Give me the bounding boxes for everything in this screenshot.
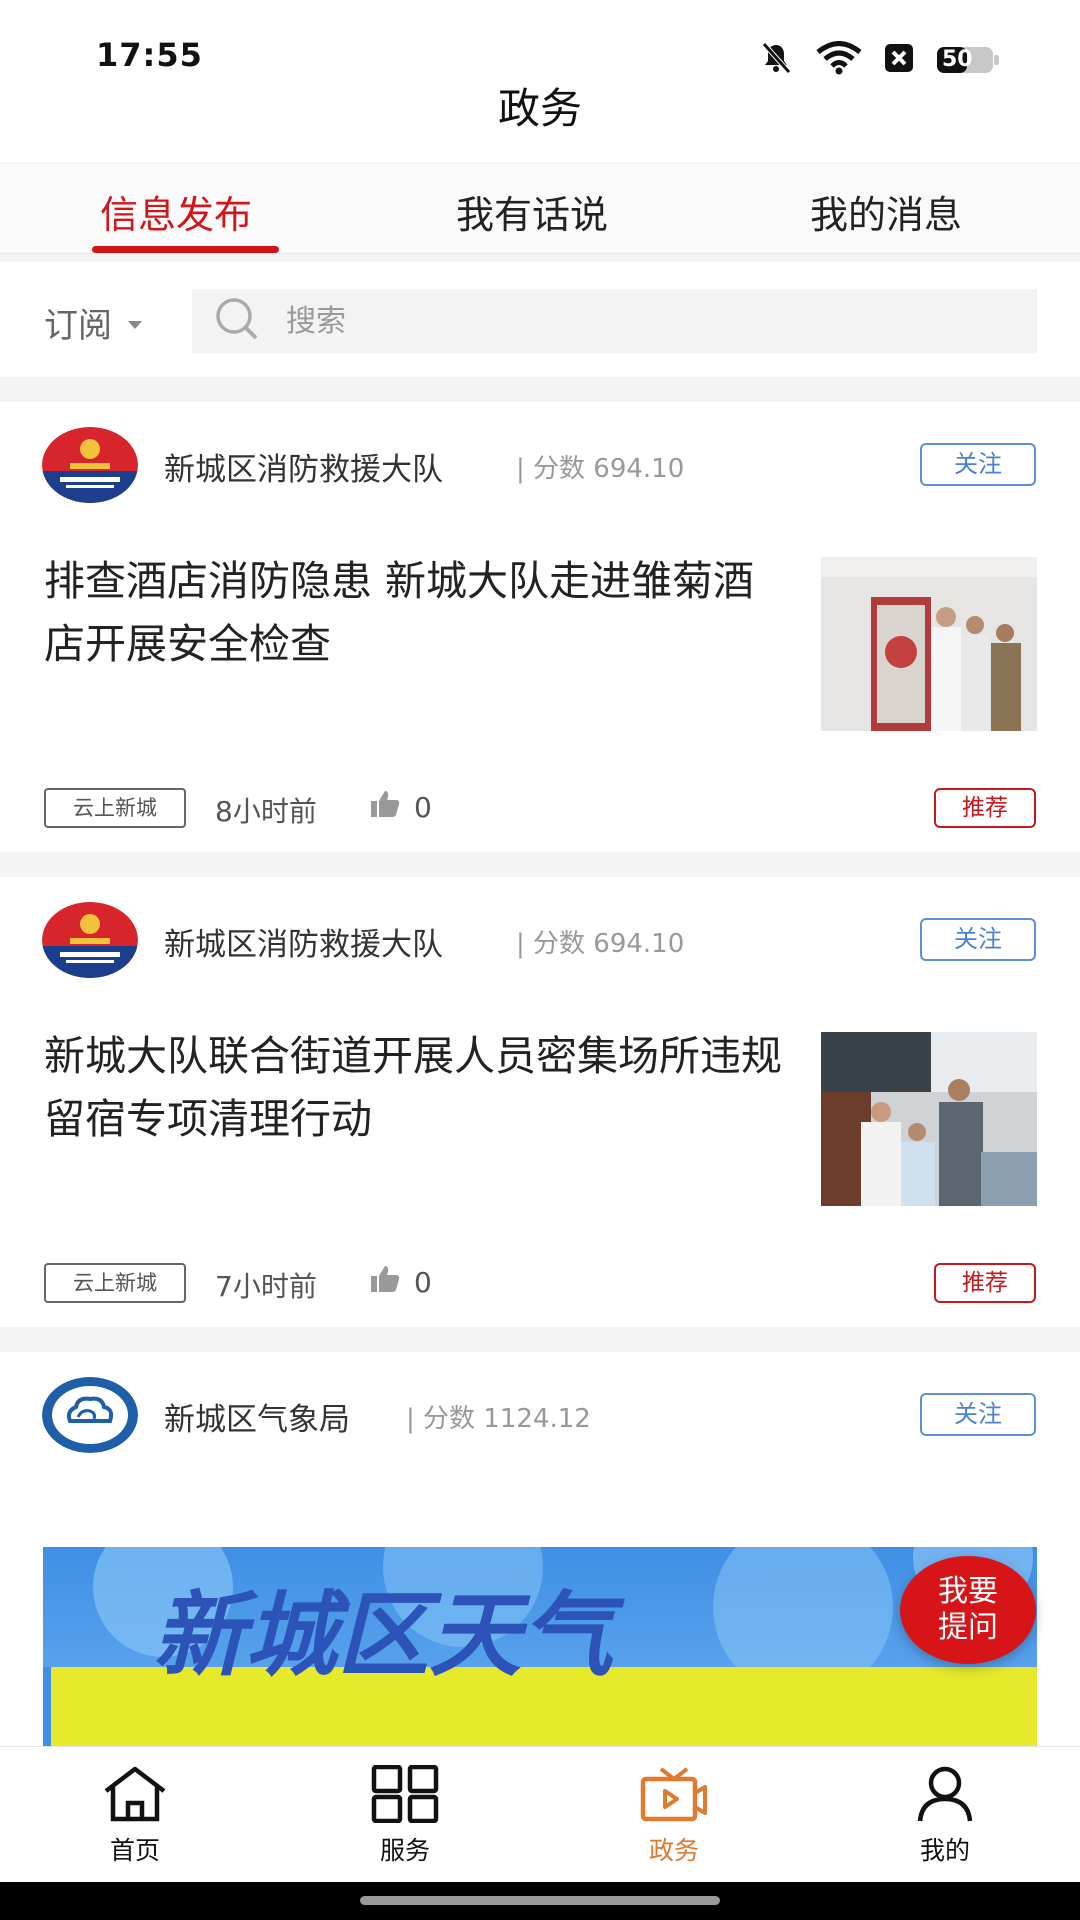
nav-home-label: 首页 <box>109 1836 160 1865</box>
status-icons: 50 <box>758 40 1000 80</box>
source-score: | 分数 694.10 <box>516 929 685 959</box>
system-nav-bar <box>0 1882 1080 1920</box>
tab-info-release[interactable]: 信息发布 <box>100 184 252 239</box>
title-bar: 政务 <box>0 80 1080 162</box>
sim-off-icon <box>884 43 914 77</box>
weather-bureau-avatar[interactable] <box>42 1377 138 1453</box>
fire-rescue-avatar[interactable] <box>42 902 138 978</box>
source-name[interactable]: 新城区消防救援大队 <box>164 919 443 964</box>
fab-line-2: 提问 <box>938 1610 998 1645</box>
follow-button[interactable]: 关注 <box>920 443 1036 486</box>
tab-bar: 信息发布 我有话说 我的消息 <box>0 164 1080 254</box>
active-tab-indicator <box>92 246 279 253</box>
wifi-icon <box>816 41 862 79</box>
time-ago: 8小时前 <box>215 795 317 828</box>
search-icon <box>214 296 260 346</box>
like-button[interactable]: 0 <box>370 1265 432 1300</box>
news-card[interactable]: 新城区消防救援大队 | 分数 694.10 关注 排查酒店消防隐患 新城大队走进… <box>0 402 1080 852</box>
bottom-nav: 首页 服务 政务 我的 <box>0 1746 1080 1882</box>
source-name[interactable]: 新城区消防救援大队 <box>164 444 443 489</box>
like-count: 0 <box>414 791 432 824</box>
subscribe-label: 订阅 <box>44 306 112 346</box>
source-tag: 云上新城 <box>44 1263 186 1303</box>
status-bar: 17:55 50 <box>0 0 1080 80</box>
nav-home[interactable]: 首页 <box>55 1765 215 1867</box>
source-score: | 分数 694.10 <box>516 454 685 484</box>
source-score: | 分数 1124.12 <box>406 1404 591 1434</box>
page-title: 政务 <box>497 84 582 133</box>
nav-government[interactable]: 政务 <box>594 1765 754 1867</box>
fire-rescue-avatar[interactable] <box>42 427 138 503</box>
source-tag: 云上新城 <box>44 788 186 828</box>
tab-my-messages[interactable]: 我的消息 <box>810 184 962 239</box>
nav-services[interactable]: 服务 <box>325 1764 485 1867</box>
subscribe-dropdown[interactable]: 订阅 <box>44 298 142 347</box>
news-card[interactable]: 新城区气象局 | 分数 1124.12 关注 新城区天气预报 <box>0 1352 1080 1746</box>
like-count: 0 <box>414 1266 432 1299</box>
ask-question-button[interactable]: 我要 提问 <box>900 1556 1036 1664</box>
news-title[interactable]: 新城大队联合街道开展人员密集场所违规留宿专项清理行动 <box>44 1025 784 1151</box>
search-box[interactable] <box>192 289 1037 353</box>
content-area: 订阅 新城区消防救援大队 | 分数 694.10 关注 排查酒店消防隐患 新城大… <box>0 262 1080 1746</box>
recommend-badge: 推荐 <box>934 788 1036 828</box>
divider <box>0 377 1080 402</box>
news-thumbnail[interactable] <box>821 557 1037 731</box>
news-thumbnail[interactable] <box>821 1032 1037 1206</box>
search-input[interactable] <box>286 303 986 339</box>
nav-mine-label: 我的 <box>919 1836 970 1865</box>
fab-line-1: 我要 <box>938 1574 998 1609</box>
grid-icon <box>370 1764 440 1827</box>
search-row: 订阅 <box>0 262 1080 377</box>
thumbs-up-icon <box>370 790 400 825</box>
time-ago: 7小时前 <box>215 1270 317 1303</box>
nav-services-label: 服务 <box>379 1836 430 1865</box>
home-icon <box>100 1766 170 1827</box>
tv-icon <box>639 1767 709 1827</box>
source-name[interactable]: 新城区气象局 <box>164 1394 350 1439</box>
news-title[interactable]: 排查酒店消防隐患 新城大队走进雏菊酒店开展安全检查 <box>44 550 784 676</box>
person-icon <box>910 1766 980 1827</box>
caret-down-icon <box>128 320 142 329</box>
banner-title-text: 新城区天气 <box>153 1582 625 1689</box>
battery-level: 50 <box>942 47 973 72</box>
follow-button[interactable]: 关注 <box>920 918 1036 961</box>
news-card[interactable]: 新城区消防救援大队 | 分数 694.10 关注 新城大队联合街道开展人员密集场… <box>0 877 1080 1327</box>
mute-bell-icon <box>758 40 794 80</box>
recommend-badge: 推荐 <box>934 1263 1036 1303</box>
home-indicator[interactable] <box>360 1896 720 1905</box>
tab-say-something[interactable]: 我有话说 <box>456 184 608 239</box>
nav-mine[interactable]: 我的 <box>865 1765 1025 1867</box>
weather-banner-image[interactable]: 新城区天气预报 <box>43 1547 1037 1746</box>
thumbs-up-icon <box>370 1265 400 1300</box>
follow-button[interactable]: 关注 <box>920 1393 1036 1436</box>
nav-government-label: 政务 <box>648 1836 699 1865</box>
like-button[interactable]: 0 <box>370 790 432 825</box>
battery-icon: 50 <box>936 45 1000 75</box>
status-time: 17:55 <box>96 36 203 74</box>
